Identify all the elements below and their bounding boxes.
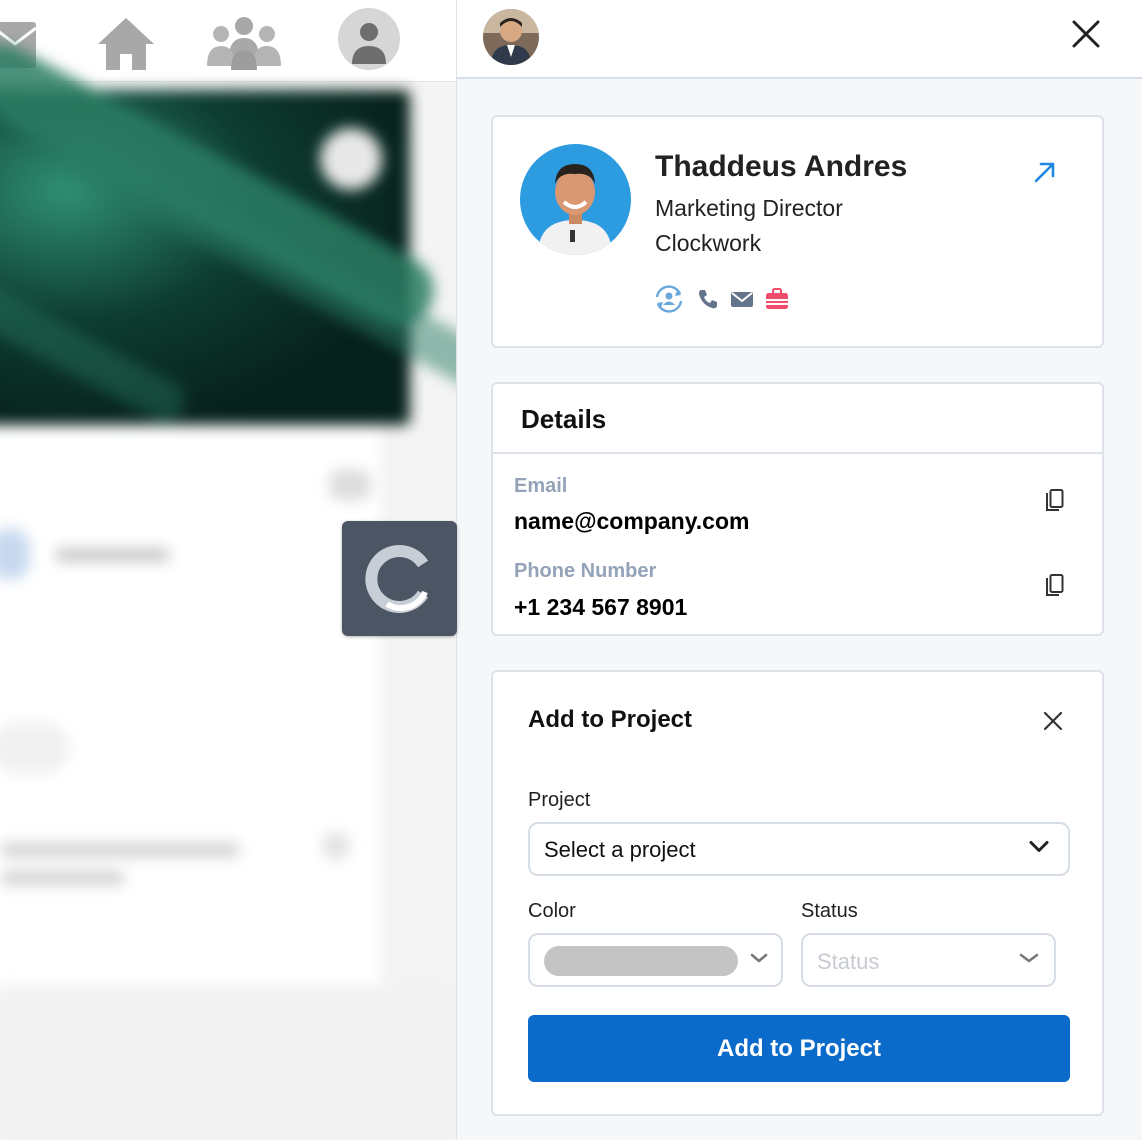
header-avatar	[483, 9, 539, 65]
details-card: Details Email name@company.com Phone Num…	[491, 382, 1104, 636]
status-select[interactable]: Status	[801, 933, 1056, 987]
status-select-value: Status	[817, 949, 880, 974]
email-value: name@company.com	[514, 508, 750, 534]
chevron-down-icon	[749, 951, 769, 969]
chevron-down-icon	[1018, 951, 1040, 969]
contact-job-title: Marketing Director	[655, 195, 843, 221]
phone-label: Phone Number	[514, 560, 657, 582]
close-add-to-project-button[interactable]	[1042, 710, 1064, 732]
open-profile-link[interactable]	[1032, 159, 1058, 185]
profile-photo	[520, 144, 631, 255]
briefcase-icon[interactable]	[765, 287, 789, 311]
network-icon	[205, 14, 283, 77]
close-icon	[1072, 20, 1100, 48]
home-icon	[96, 16, 156, 77]
copy-email-button[interactable]	[1044, 488, 1066, 514]
contact-side-panel: Thaddeus Andres Marketing Director Clock…	[456, 0, 1142, 1140]
phone-icon[interactable]	[697, 288, 719, 310]
copy-phone-button[interactable]	[1044, 573, 1066, 599]
project-label: Project	[528, 789, 591, 811]
copy-icon	[1046, 574, 1064, 596]
extension-launcher-button[interactable]	[342, 521, 457, 636]
contact-company: Clockwork	[655, 230, 762, 256]
contact-action-icons	[653, 285, 789, 313]
color-swatch	[544, 946, 738, 976]
email-label: Email	[514, 475, 568, 497]
add-to-project-button[interactable]: Add to Project	[528, 1015, 1070, 1082]
profile-icon	[338, 8, 400, 75]
mail-icon[interactable]	[731, 290, 753, 308]
project-select[interactable]: Select a project	[528, 822, 1070, 876]
c-logo-icon	[364, 544, 428, 613]
profile-card: Thaddeus Andres Marketing Director Clock…	[491, 115, 1104, 348]
project-select-value: Select a project	[544, 837, 696, 862]
add-to-project-heading: Add to Project	[528, 706, 693, 733]
details-heading: Details	[493, 384, 1102, 454]
add-to-project-card: Add to Project Project Select a project …	[491, 670, 1104, 1116]
color-label: Color	[528, 900, 576, 922]
close-icon	[1043, 711, 1063, 731]
external-link-arrow-icon	[1034, 162, 1055, 183]
copy-icon	[1046, 489, 1064, 511]
color-select[interactable]	[528, 933, 783, 987]
contact-name: Thaddeus Andres	[655, 150, 908, 183]
background-nav-bar	[0, 0, 456, 82]
sync-person-icon[interactable]	[653, 285, 685, 313]
phone-value: +1 234 567 8901	[514, 594, 688, 620]
close-panel-button[interactable]	[1068, 16, 1104, 52]
panel-header	[457, 0, 1142, 79]
chevron-down-icon	[1028, 840, 1050, 859]
status-label: Status	[801, 900, 858, 922]
